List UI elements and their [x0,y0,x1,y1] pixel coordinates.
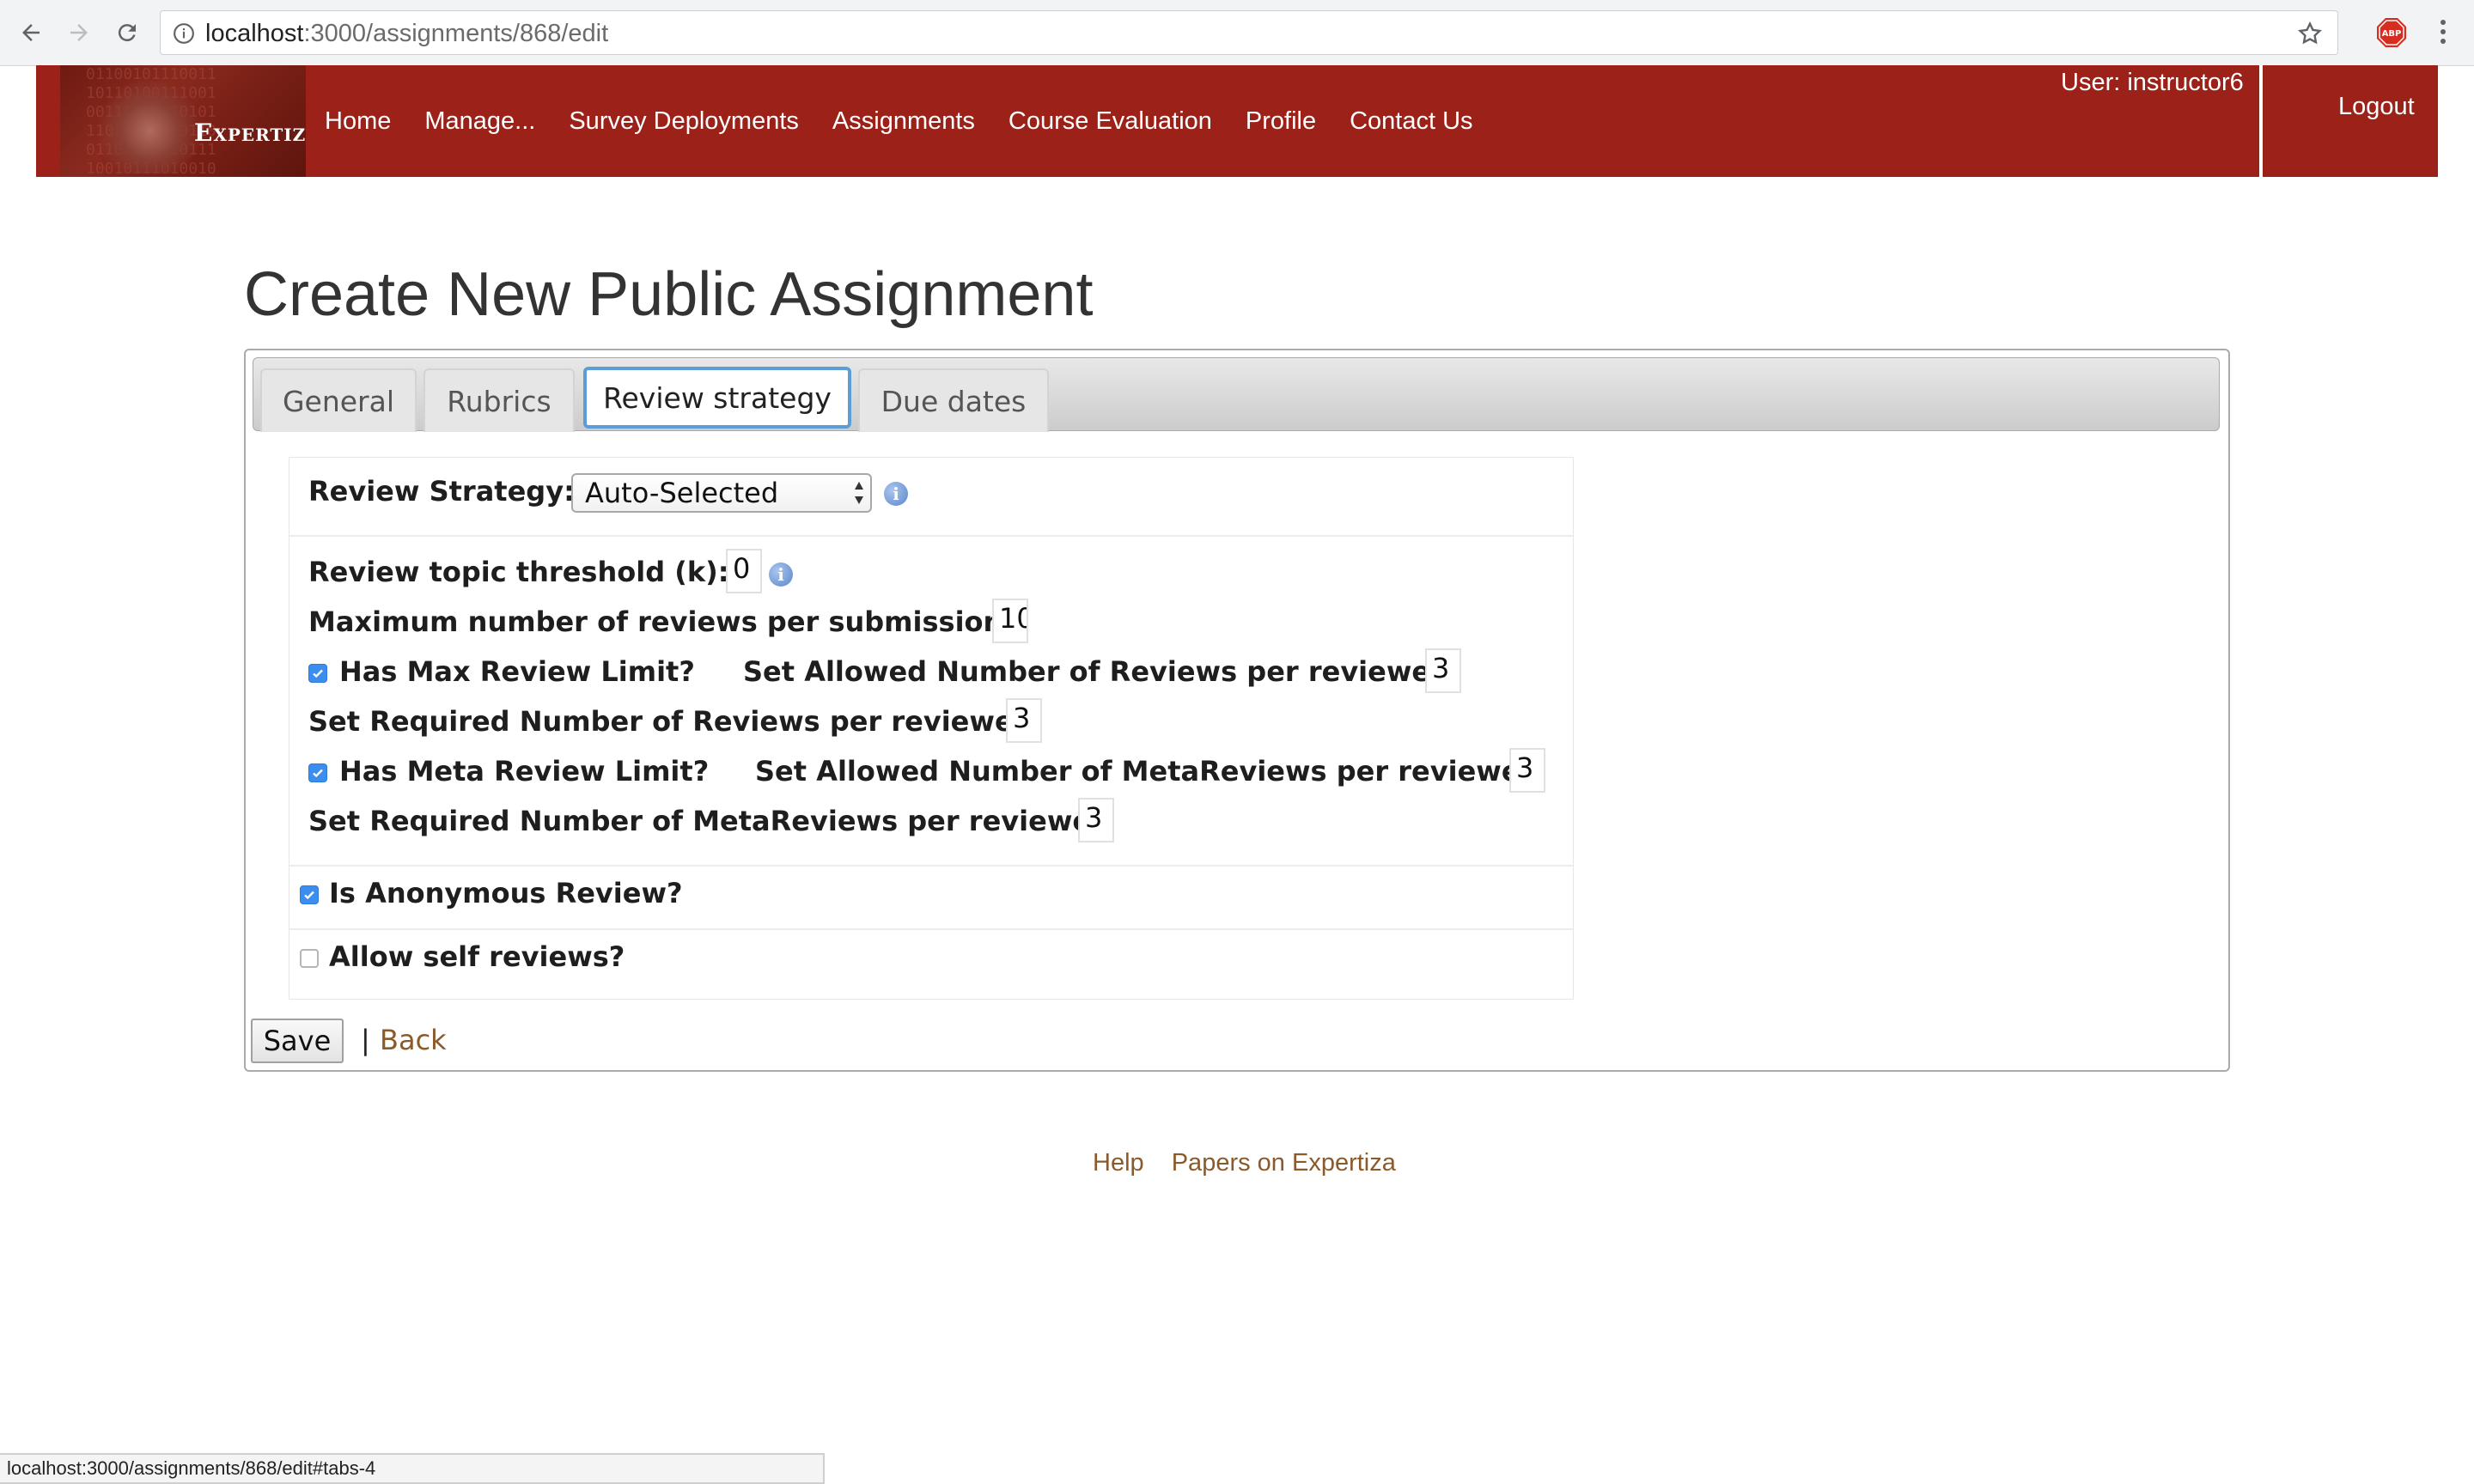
wolf-logo-icon [98,79,201,173]
url-path: :3000/assignments/868/edit [303,20,609,47]
site-header: 01100101110011 10110100111001 0011101011… [36,65,2438,177]
browser-menu-icon[interactable] [2433,15,2453,50]
tab-bar: General Rubrics Review strategy Due date… [253,357,2220,432]
anonymous-review-checkbox[interactable] [300,885,319,904]
logout-link[interactable]: Logout [2338,93,2415,121]
nav-survey-deployments[interactable]: Survey Deployments [569,107,799,136]
save-button[interactable]: Save [251,1019,344,1063]
help-link[interactable]: Help [1093,1149,1144,1177]
address-bar[interactable]: localhost:3000/assignments/868/edit [160,10,2338,55]
tab-rubrics[interactable]: Rubrics [424,368,575,432]
has-max-review-limit-label: Has Max Review Limit? [339,655,695,688]
nav-manage[interactable]: Manage... [424,107,535,136]
nav-assignments[interactable]: Assignments [832,107,975,136]
url-text: localhost:3000/assignments/868/edit [205,20,608,48]
has-meta-review-limit-label: Has Meta Review Limit? [339,755,710,788]
allowed-meta-input[interactable]: 3 [1509,748,1545,793]
allowed-meta-label: Set Allowed Number of MetaReviews per re… [755,755,1534,788]
status-bar-url: localhost:3000/assignments/868/edit#tabs… [0,1453,825,1484]
has-max-review-limit-checkbox[interactable] [308,664,327,683]
strategy-info-icon[interactable]: i [884,482,908,506]
self-review-section: Allow self reviews? [289,930,1573,999]
review-strategy-value: Auto-Selected [585,477,779,509]
nav-course-evaluation[interactable]: Course Evaluation [1008,107,1212,136]
page-title: Create New Public Assignment [244,260,1094,329]
expertiza-logo[interactable]: 01100101110011 10110100111001 0011101011… [60,65,306,177]
nav-profile[interactable]: Profile [1246,107,1316,136]
required-reviews-input[interactable]: 3 [1006,698,1042,743]
required-meta-label: Set Required Number of MetaReviews per r… [308,805,1105,837]
main-nav: Home Manage... Survey Deployments Assign… [325,65,1507,177]
review-strategy-label: Review Strategy: [308,475,575,508]
max-reviews-label: Maximum number of reviews per submission… [308,605,1015,638]
adblock-label: ABP [2382,29,2402,39]
allowed-reviews-input[interactable]: 3 [1425,648,1461,693]
header-divider [2259,65,2263,177]
checkmark-icon [313,769,323,778]
papers-link[interactable]: Papers on Expertiza [1172,1149,1396,1177]
anonymous-section: Is Anonymous Review? [289,867,1573,930]
nav-contact-us[interactable]: Contact Us [1350,107,1472,136]
info-icon[interactable] [173,22,195,49]
allowed-reviews-label: Set Allowed Number of Reviews per review… [743,655,1444,688]
required-reviews-label: Set Required Number of Reviews per revie… [308,705,1027,738]
forward-arrow-icon[interactable] [58,12,100,53]
max-reviews-input[interactable]: 10 [992,599,1028,643]
assignment-tabs: General Rubrics Review strategy Due date… [244,349,2230,1072]
adblock-icon[interactable]: ABP [2376,17,2407,48]
bookmark-star-icon[interactable] [2296,20,2324,52]
threshold-info-icon[interactable]: i [769,563,793,587]
back-arrow-icon[interactable] [10,12,52,53]
url-host: localhost [205,20,304,47]
separator: | [361,1024,370,1056]
user-label: User: instructor6 [2061,69,2244,96]
threshold-input[interactable]: 0 [726,549,762,593]
strategy-section: Review Strategy: Auto-Selected i [289,458,1573,537]
tab-due-dates[interactable]: Due dates [858,368,1049,432]
select-arrows-icon [855,482,863,504]
review-strategy-select[interactable]: Auto-Selected [571,473,872,513]
checkmark-icon [304,891,314,900]
browser-toolbar: localhost:3000/assignments/868/edit ABP [0,0,2474,66]
footer-links: Help Papers on Expertiza [1093,1149,1417,1177]
threshold-label: Review topic threshold (k): [308,556,729,588]
self-review-checkbox[interactable] [300,949,319,968]
review-strategy-panel: Review Strategy: Auto-Selected i Review … [289,457,1574,1000]
back-link[interactable]: Back [380,1024,447,1056]
tab-review-strategy[interactable]: Review strategy [583,367,851,429]
nav-home[interactable]: Home [325,107,391,136]
review-params-section: Review topic threshold (k): 0 i Maximum … [289,537,1573,867]
checkmark-icon [313,669,323,678]
has-meta-review-limit-checkbox[interactable] [308,763,327,782]
anonymous-review-label: Is Anonymous Review? [329,877,683,909]
logo-text: Expertiza [194,119,306,147]
required-meta-input[interactable]: 3 [1078,798,1114,842]
self-review-label: Allow self reviews? [329,940,625,973]
reload-icon[interactable] [107,12,148,53]
tab-general[interactable]: General [260,368,417,432]
